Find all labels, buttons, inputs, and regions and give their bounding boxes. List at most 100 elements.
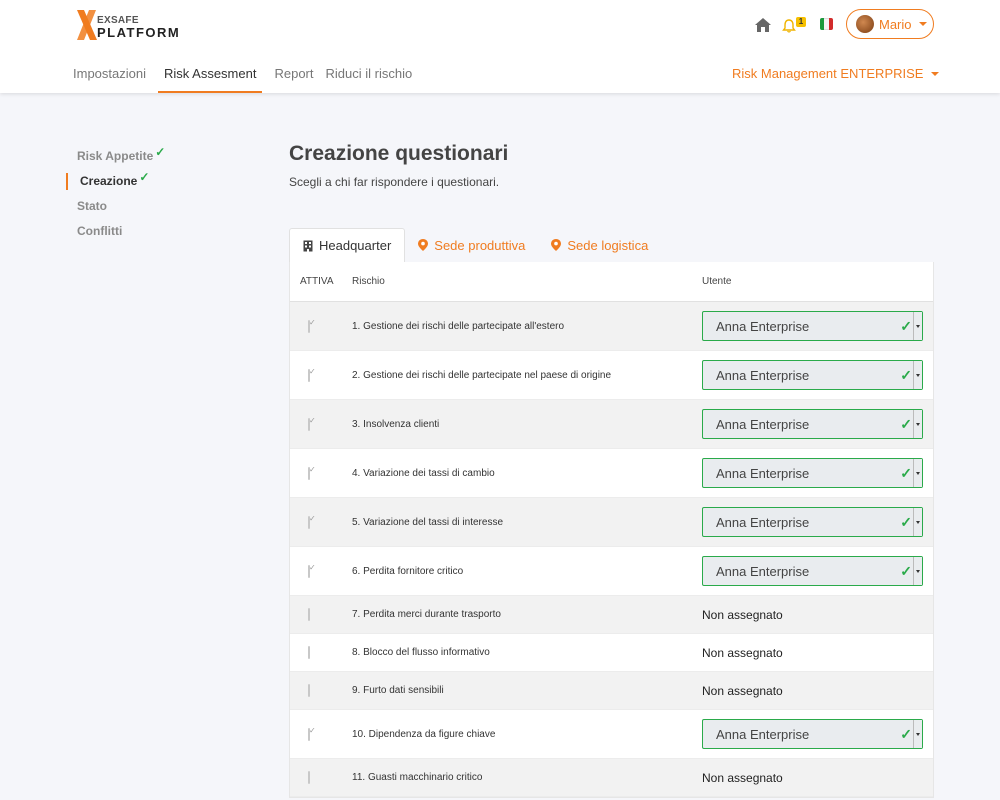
chevron-down-icon[interactable] <box>913 410 922 438</box>
environment-label: Risk Management ENTERPRISE <box>732 66 924 81</box>
user-select-value: Anna Enterprise <box>716 514 810 530</box>
active-cell <box>290 564 342 578</box>
nav-item-riduci-rischio[interactable]: Riduci il rischio <box>326 58 413 93</box>
table-row: 2. Gestione dei rischi delle partecipate… <box>290 351 933 400</box>
italian-flag-icon[interactable] <box>820 18 833 30</box>
notifications-button[interactable]: 1 <box>782 17 808 33</box>
active-checkbox[interactable] <box>308 319 310 333</box>
user-select-value: Anna Enterprise <box>716 726 810 742</box>
table-row: 1. Gestione dei rischi delle partecipate… <box>290 302 933 351</box>
page-subtitle: Scegli a chi far rispondere i questionar… <box>289 175 500 189</box>
active-checkbox[interactable] <box>308 684 310 697</box>
unassigned-label: Non assegnato <box>702 645 783 660</box>
chevron-down-icon[interactable] <box>913 361 922 389</box>
active-checkbox[interactable] <box>308 515 310 529</box>
user-menu-button[interactable]: Mario <box>846 9 934 39</box>
tab-headquarter[interactable]: Headquarter <box>289 228 406 262</box>
active-checkbox[interactable] <box>308 771 310 784</box>
chevron-down-icon[interactable] <box>913 312 922 340</box>
bell-icon <box>782 19 796 33</box>
risk-name: 9. Furto dati sensibili <box>352 685 444 696</box>
notification-badge: 1 <box>796 17 806 27</box>
location-tabs: Headquarter Sede produttiva Sede logisti… <box>289 228 661 262</box>
table-row: 6. Perdita fornitore critico Anna Enterpr… <box>290 547 933 596</box>
user-select[interactable]: Anna Enterprise ✓ <box>702 458 923 488</box>
user-cell: Anna Enterprise ✓ <box>693 556 933 586</box>
map-pin-icon <box>418 239 429 251</box>
active-cell <box>290 319 342 333</box>
table-row: 4. Variazione dei tassi di cambio Anna En… <box>290 449 933 498</box>
user-select-value: Anna Enterprise <box>716 367 810 383</box>
check-icon: ✓ <box>155 145 166 159</box>
active-checkbox[interactable] <box>308 417 310 431</box>
environment-selector[interactable]: Risk Management ENTERPRISE <box>732 66 940 81</box>
user-select[interactable]: Anna Enterprise ✓ <box>702 719 923 749</box>
user-cell: Anna Enterprise ✓ <box>693 311 933 341</box>
active-checkbox[interactable] <box>308 466 310 480</box>
user-select-value: Anna Enterprise <box>716 318 810 334</box>
building-icon <box>303 240 313 252</box>
risk-name: 3. Insolvenza clienti <box>352 418 440 430</box>
user-cell: Non assegnato <box>693 684 933 698</box>
nav-item-impostazioni[interactable]: Impostazioni <box>73 58 146 93</box>
chevron-down-icon[interactable] <box>913 557 922 585</box>
risk-name: 8. Blocco del flusso informativo <box>352 647 490 658</box>
chevron-down-icon[interactable] <box>913 459 922 487</box>
map-pin-icon <box>551 239 562 251</box>
valid-check-icon: ✓ <box>900 514 912 530</box>
risk-name: 11. Guasti macchinario critico <box>352 772 483 783</box>
table-row: 7. Perdita merci durante trasporto Non as… <box>290 596 933 634</box>
active-checkbox[interactable] <box>308 368 310 382</box>
sidebar-item-creazione[interactable]: Creazione ✓ <box>66 170 226 196</box>
exsafe-logo[interactable]: EXSAFE PLATFORM <box>76 9 179 41</box>
risk-name: 4. Variazione dei tassi di cambio <box>352 467 495 479</box>
user-cell: Non assegnato <box>693 646 933 660</box>
tab-sede-produttiva[interactable]: Sede produttiva <box>405 228 538 262</box>
nav-item-risk-assesment[interactable]: Risk Assesment <box>157 58 263 93</box>
user-cell: Anna Enterprise ✓ <box>693 719 933 749</box>
chevron-down-icon[interactable] <box>913 508 922 536</box>
table-row: 3. Insolvenza clienti Anna Enterprise ✓ <box>290 400 933 449</box>
active-checkbox[interactable] <box>308 727 310 741</box>
table-row: 11. Guasti macchinario critico Non assegn… <box>290 759 933 797</box>
active-checkbox[interactable] <box>308 564 310 578</box>
column-header-active: ATTIVA <box>300 276 334 287</box>
sidebar-item-label: Conflitti <box>77 224 123 238</box>
active-cell <box>290 466 342 480</box>
user-cell: Non assegnato <box>693 771 933 785</box>
check-icon: ✓ <box>139 170 150 184</box>
x-logo-icon <box>77 10 97 40</box>
column-header-risk: Rischio <box>352 276 385 287</box>
sidebar-item-stato[interactable]: Stato <box>66 196 226 221</box>
user-cell: Non assegnato <box>693 608 933 622</box>
active-checkbox[interactable] <box>308 646 310 659</box>
tab-sede-logistica[interactable]: Sede logistica <box>538 228 661 262</box>
risk-name: 6. Perdita fornitore critico <box>352 565 464 577</box>
nav-item-report[interactable]: Report <box>274 58 313 93</box>
avatar <box>856 15 874 33</box>
risk-name: 5. Variazione del tassi di interesse <box>352 516 504 528</box>
user-select-value: Anna Enterprise <box>716 563 810 579</box>
valid-check-icon: ✓ <box>900 416 912 432</box>
table-row: 5. Variazione del tassi di interesse Anna… <box>290 498 933 547</box>
user-select[interactable]: Anna Enterprise ✓ <box>702 360 923 390</box>
table-body: 1. Gestione dei rischi delle partecipate… <box>290 302 933 797</box>
sidebar-item-label: Stato <box>77 199 107 213</box>
user-cell: Anna Enterprise ✓ <box>693 458 933 488</box>
chevron-down-icon[interactable] <box>913 720 922 748</box>
sidebar-item-conflitti[interactable]: Conflitti <box>66 221 226 246</box>
page-title: Creazione questionari <box>289 142 509 165</box>
user-select[interactable]: Anna Enterprise ✓ <box>702 409 923 439</box>
user-select-value: Anna Enterprise <box>716 465 810 481</box>
valid-check-icon: ✓ <box>900 465 912 481</box>
table-header: ATTIVA Rischio Utente <box>290 262 933 302</box>
user-select[interactable]: Anna Enterprise ✓ <box>702 556 923 586</box>
user-cell: Anna Enterprise ✓ <box>693 360 933 390</box>
user-select[interactable]: Anna Enterprise ✓ <box>702 311 923 341</box>
user-select[interactable]: Anna Enterprise ✓ <box>702 507 923 537</box>
tab-label: Sede produttiva <box>434 237 526 253</box>
valid-check-icon: ✓ <box>900 563 912 579</box>
active-checkbox[interactable] <box>308 608 310 621</box>
home-icon[interactable] <box>755 18 771 32</box>
sidebar-item-risk-appetite[interactable]: Risk Appetite ✓ <box>66 145 226 171</box>
